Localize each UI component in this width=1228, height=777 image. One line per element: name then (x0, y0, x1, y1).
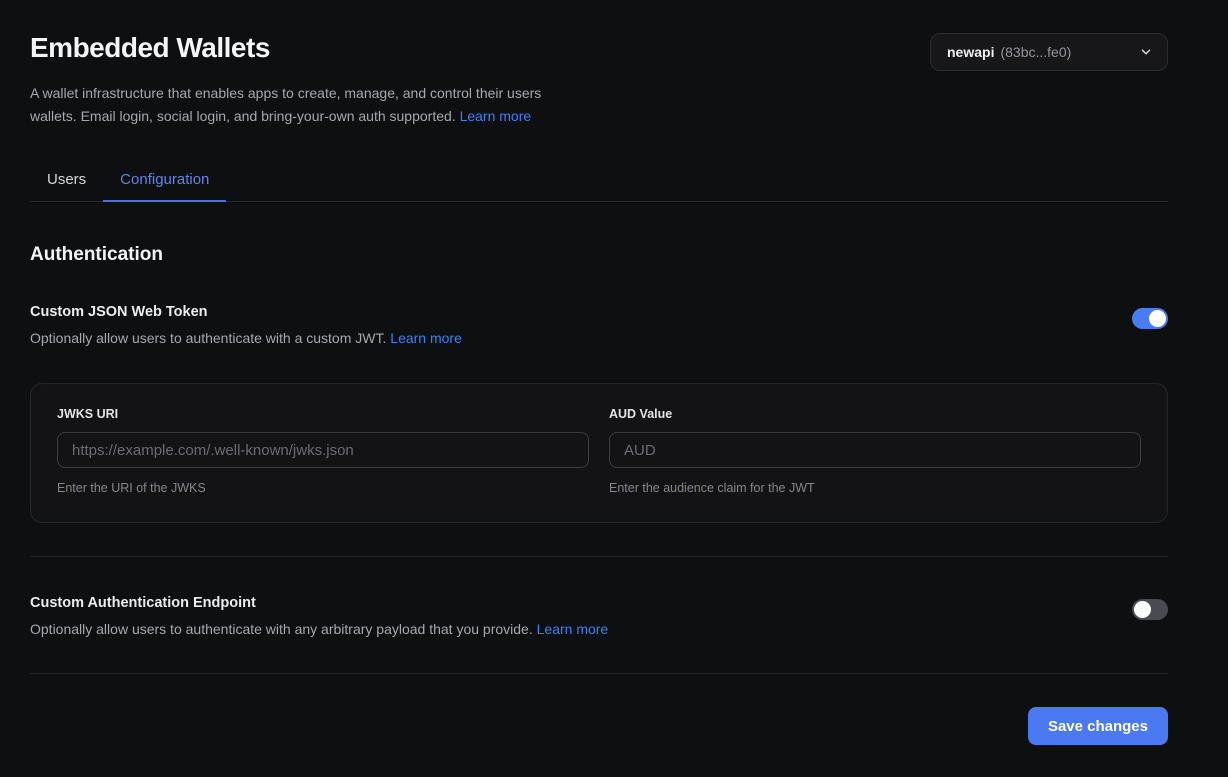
jwks-uri-label: JWKS URI (57, 407, 589, 421)
jwt-description-text: Optionally allow users to authenticate w… (30, 330, 386, 346)
endpoint-setting-row: Custom Authentication Endpoint Optionall… (30, 595, 1168, 637)
jwt-toggle-knob (1149, 310, 1166, 327)
jwks-uri-input[interactable] (57, 432, 589, 468)
endpoint-description: Optionally allow users to authenticate w… (30, 621, 608, 637)
authentication-heading: Authentication (30, 244, 1168, 266)
endpoint-description-text: Optionally allow users to authenticate w… (30, 621, 533, 637)
endpoint-title: Custom Authentication Endpoint (30, 595, 608, 611)
endpoint-toggle[interactable] (1132, 599, 1168, 620)
header-text-block: Embedded Wallets A wallet infrastructure… (30, 32, 588, 128)
api-key-name: newapi (947, 44, 994, 60)
divider (30, 673, 1168, 674)
jwt-config-card: JWKS URI Enter the URI of the JWKS AUD V… (30, 383, 1168, 523)
chevron-down-icon (1139, 45, 1153, 59)
page-title: Embedded Wallets (30, 32, 588, 64)
jwks-uri-helper: Enter the URI of the JWKS (57, 481, 589, 495)
jwks-uri-field-group: JWKS URI Enter the URI of the JWKS (57, 407, 589, 495)
tab-configuration[interactable]: Configuration (103, 164, 226, 201)
api-key-selector[interactable]: newapi (83bc...fe0) (930, 33, 1168, 71)
jwt-text-block: Custom JSON Web Token Optionally allow u… (30, 304, 462, 346)
page-description: A wallet infrastructure that enables app… (30, 82, 588, 128)
page-header: Embedded Wallets A wallet infrastructure… (30, 32, 1168, 128)
embedded-wallets-page: Embedded Wallets A wallet infrastructure… (0, 0, 1228, 745)
endpoint-learn-more-link[interactable]: Learn more (537, 621, 609, 637)
endpoint-toggle-knob (1134, 601, 1151, 618)
jwt-toggle[interactable] (1132, 308, 1168, 329)
aud-value-label: AUD Value (609, 407, 1141, 421)
footer-actions: Save changes (30, 707, 1168, 745)
jwt-description: Optionally allow users to authenticate w… (30, 330, 462, 346)
jwt-learn-more-link[interactable]: Learn more (390, 330, 462, 346)
header-learn-more-link[interactable]: Learn more (460, 108, 532, 124)
jwt-title: Custom JSON Web Token (30, 304, 462, 320)
jwt-setting-row: Custom JSON Web Token Optionally allow u… (30, 304, 1168, 346)
tab-bar: Users Configuration (30, 164, 1168, 202)
aud-value-helper: Enter the audience claim for the JWT (609, 481, 1141, 495)
endpoint-text-block: Custom Authentication Endpoint Optionall… (30, 595, 608, 637)
tab-users[interactable]: Users (30, 164, 103, 201)
aud-value-input[interactable] (609, 432, 1141, 468)
save-changes-button[interactable]: Save changes (1028, 707, 1168, 745)
aud-value-field-group: AUD Value Enter the audience claim for t… (609, 407, 1141, 495)
api-key-hint: (83bc...fe0) (1000, 44, 1071, 60)
divider (30, 556, 1168, 557)
